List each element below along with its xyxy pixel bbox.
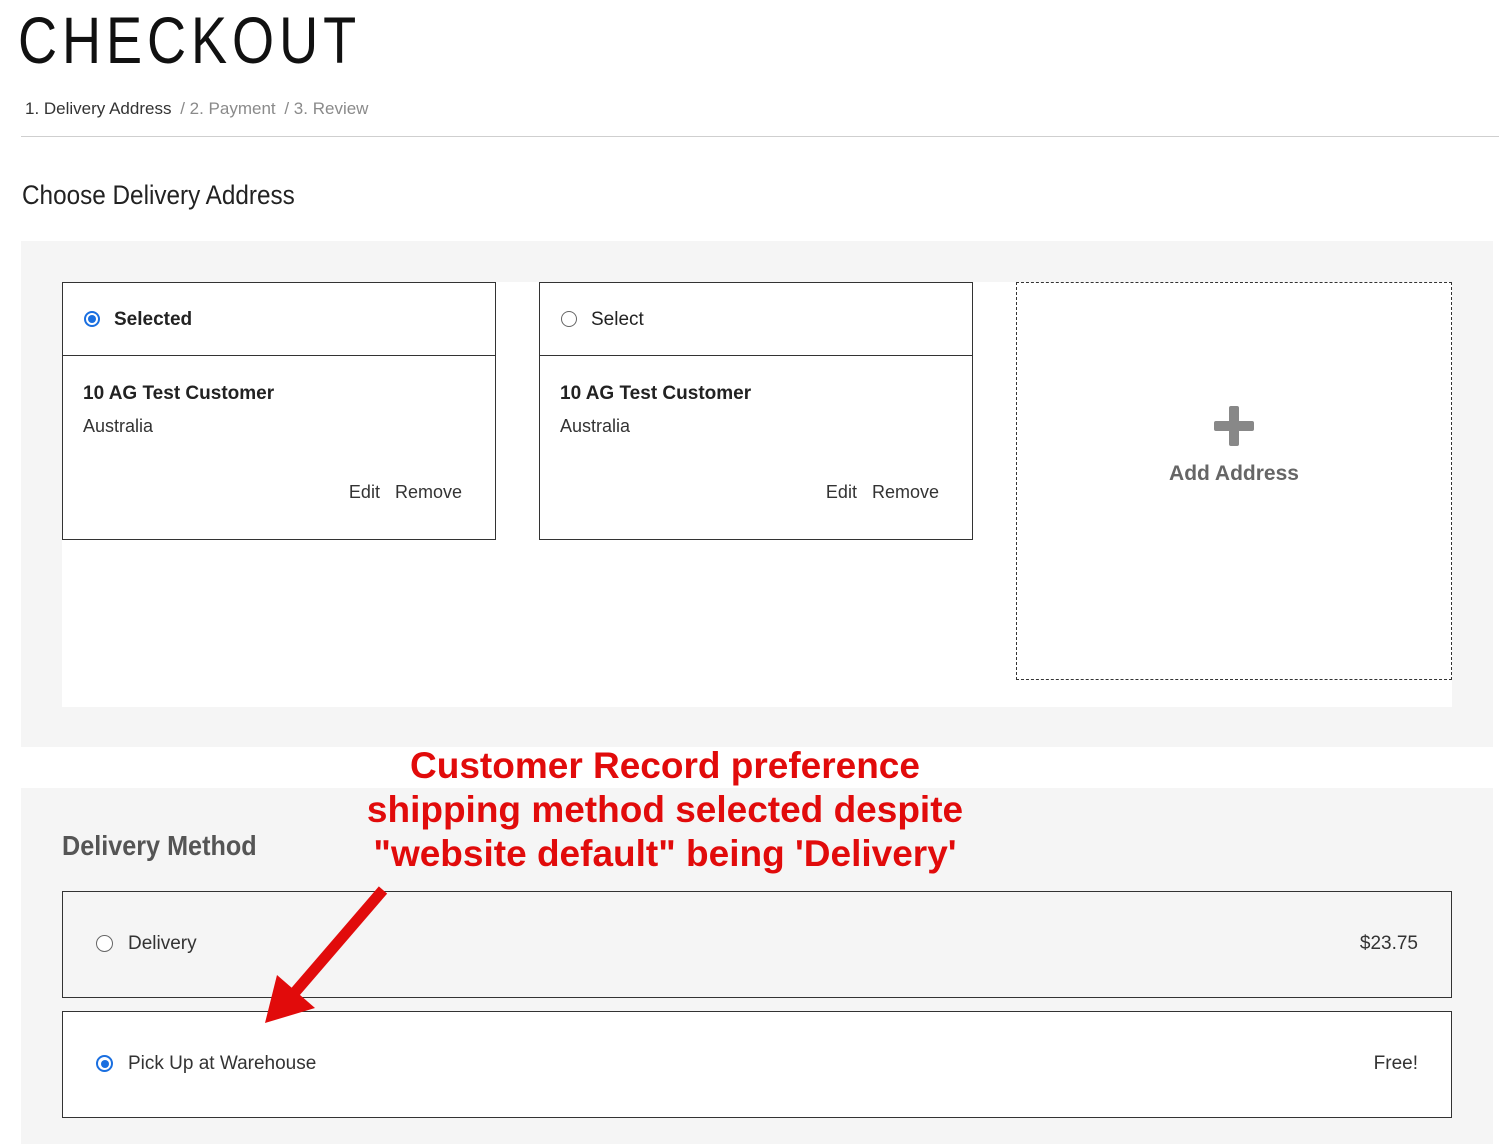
breadcrumb: 1. Delivery Address / 2. Payment / 3. Re… — [25, 99, 372, 119]
delivery-method-radio[interactable] — [96, 1055, 113, 1072]
add-address-label: Add Address — [1169, 462, 1299, 485]
address-country: Australia — [560, 416, 631, 436]
address-select-label: Selected — [114, 309, 193, 330]
delivery-method-price: $23.75 — [1359, 933, 1418, 954]
address-card: Select 10 AG Test Customer Australia Edi… — [539, 282, 973, 540]
address-actions: Edit Remove — [816, 482, 939, 503]
delivery-method-label: Pick Up at Warehouse — [128, 1053, 317, 1074]
step-delivery-address[interactable]: 1. Delivery Address — [25, 99, 171, 118]
annotation-line: "website default" being 'Delivery' — [373, 833, 957, 874]
annotation-line: Customer Record preference — [410, 745, 920, 786]
address-list: Selected 10 AG Test Customer Australia E… — [62, 282, 1452, 707]
delivery-method-price: Free! — [1373, 1053, 1418, 1074]
annotation-arrow-icon — [265, 886, 388, 1023]
section-title-delivery-address: Choose Delivery Address — [22, 180, 295, 210]
remove-address-link[interactable]: Remove — [872, 482, 939, 502]
address-card-header[interactable]: Selected — [63, 283, 495, 356]
step-payment[interactable]: / 2. Payment — [180, 99, 275, 118]
address-customer-name: 10 AG Test Customer — [560, 383, 752, 404]
annotation-callout: Customer Record preference shipping meth… — [340, 744, 990, 876]
address-select-label: Select — [591, 309, 644, 330]
address-radio-unselected[interactable] — [561, 311, 577, 327]
annotation-line: shipping method selected despite — [366, 789, 964, 830]
address-panel: Selected 10 AG Test Customer Australia E… — [21, 241, 1493, 747]
address-country: Australia — [83, 416, 154, 436]
remove-address-link[interactable]: Remove — [395, 482, 462, 502]
delivery-method-radio[interactable] — [96, 935, 113, 952]
address-card: Selected 10 AG Test Customer Australia E… — [62, 282, 496, 540]
divider — [21, 136, 1499, 137]
section-title-delivery-method: Delivery Method — [62, 830, 257, 861]
address-card-header[interactable]: Select — [540, 283, 972, 356]
address-radio-selected[interactable] — [84, 311, 100, 327]
address-actions: Edit Remove — [339, 482, 462, 503]
add-address-button[interactable]: Add Address — [1016, 282, 1452, 680]
step-review[interactable]: / 3. Review — [284, 99, 368, 118]
address-customer-name: 10 AG Test Customer — [83, 383, 275, 404]
edit-address-link[interactable]: Edit — [826, 482, 857, 502]
page-title: CHECKOUT — [18, 3, 362, 77]
delivery-method-label: Delivery — [128, 933, 197, 954]
edit-address-link[interactable]: Edit — [349, 482, 380, 502]
plus-icon — [1214, 406, 1254, 446]
